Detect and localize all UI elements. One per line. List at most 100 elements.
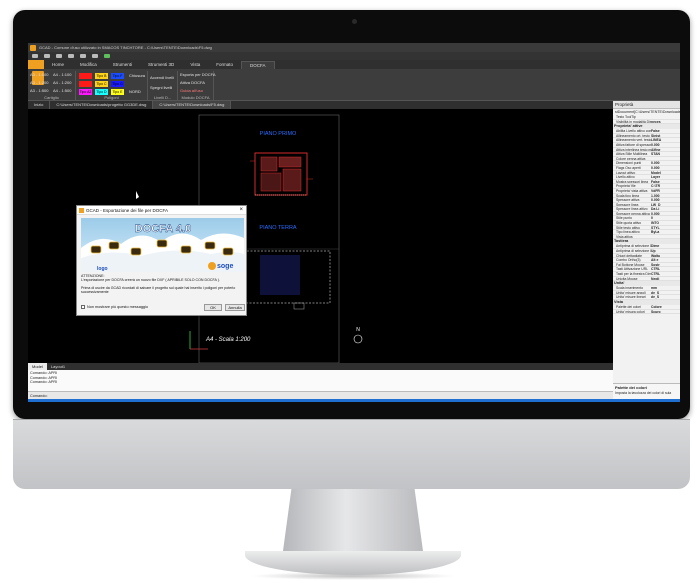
property-value[interactable]: 0.000 <box>651 198 680 202</box>
property-value[interactable]: de_S <box>651 295 680 299</box>
property-value[interactable]: C:\TR <box>651 184 680 188</box>
polygon-swatch[interactable]: Tipo C <box>95 81 108 87</box>
property-value[interactable]: False <box>651 129 680 133</box>
checkbox-box[interactable] <box>81 305 85 309</box>
property-value[interactable]: CTRL <box>651 272 680 276</box>
property-value[interactable]: Up <box>651 249 680 253</box>
ribbon-tabs: Home Modifica Strumenti Strumenti 3D Vis… <box>28 60 680 69</box>
property-value[interactable]: Alt e <box>651 258 680 262</box>
layer-icon[interactable] <box>104 54 110 58</box>
tab-formato[interactable]: Formato <box>208 61 241 69</box>
tab-strumenti[interactable]: Strumenti <box>105 61 140 69</box>
polygon-swatch[interactable]: Tipo F <box>111 73 124 79</box>
cartiglio-a4-500[interactable]: A4 - 1:500 <box>53 88 71 93</box>
tab-file[interactable] <box>28 60 44 69</box>
property-value[interactable]: 0.000 <box>651 143 680 147</box>
property-key: Spessore linea attivo <box>616 207 648 211</box>
property-value[interactable]: Model <box>651 171 680 175</box>
command-history: Comando: APRI Comando: APRI Comando: APR… <box>28 370 613 391</box>
property-value[interactable]: False <box>651 180 680 184</box>
property-key: Unita' misure lineari <box>616 295 646 299</box>
tab-docfa[interactable]: DOCFA <box>241 61 275 69</box>
property-value[interactable]: LW_D <box>651 203 680 207</box>
property-value[interactable]: 0.000 <box>651 161 680 165</box>
property-value[interactable]: Dime <box>651 244 680 248</box>
cartiglio-a3-500[interactable]: A3 - 1:500 <box>30 88 48 93</box>
property-value[interactable]: INTO <box>651 221 680 225</box>
cartiglio-a4-100[interactable]: A4 - 1:100 <box>53 72 71 77</box>
new-file-icon[interactable] <box>32 54 38 58</box>
property-value[interactable]: VdFR <box>651 189 680 193</box>
tab-strumenti-3d[interactable]: Strumenti 3D <box>140 61 182 69</box>
property-value[interactable]: mm <box>651 286 680 290</box>
property-key: Combo Ortho(3) <box>616 258 641 262</box>
ok-button[interactable]: OK <box>204 304 222 311</box>
command-input[interactable]: Comando: <box>28 391 613 399</box>
close-icon[interactable]: × <box>239 206 243 215</box>
tab-modifica[interactable]: Modifica <box>72 61 105 69</box>
property-key: Allineamento ort. testo <box>616 133 650 138</box>
tab-vista[interactable]: Vista <box>182 61 208 69</box>
property-value[interactable]: Sinist <box>651 134 680 138</box>
property-value[interactable]: ByLa <box>651 230 680 234</box>
polygon-swatch[interactable]: Tipo B <box>95 73 108 79</box>
property-value[interactable]: Colore <box>651 305 680 309</box>
chiusura-button[interactable]: Chiusura <box>129 73 145 78</box>
property-value[interactable]: STAN <box>651 152 680 156</box>
attiva-docfa-button[interactable]: Attiva DOCFA <box>180 80 205 85</box>
open-file-icon[interactable] <box>44 54 50 58</box>
description-text: Imposta la tavolozza dei colori di sula <box>615 391 672 395</box>
cartiglio-a4-200[interactable]: A4 - 1:200 <box>53 80 71 85</box>
guida-uso-button[interactable]: Guida all'uso <box>180 88 203 93</box>
doc-tab-f5[interactable]: C:\Users\TENTE\Downloads\F5.dwg <box>153 101 232 109</box>
polygon-swatch[interactable] <box>79 73 92 79</box>
polygon-swatch[interactable]: Tipo G <box>111 81 124 87</box>
property-value[interactable]: 0.000 <box>651 212 680 216</box>
group-livelli: Accendi livelli Spegni livelli Livelli D… <box>148 71 178 100</box>
property-value[interactable]: neces <box>651 120 680 124</box>
cartiglio-a3-200[interactable]: A3 - 1:200 <box>30 80 48 85</box>
property-value[interactable]: CTRL <box>651 267 680 271</box>
banner-logo-left: logo <box>97 266 108 272</box>
property-value[interactable] <box>651 115 680 119</box>
tab-model[interactable]: Model <box>28 363 47 370</box>
tab-layout1[interactable]: Layout1 <box>47 363 69 370</box>
property-value[interactable]: 0 <box>651 216 680 220</box>
property-value[interactable]: 1.000 <box>651 194 680 198</box>
property-key: Flags Osc aperti <box>616 165 641 170</box>
esporta-docfa-button[interactable]: Esporta per DOCFA <box>180 72 216 77</box>
dialog-title: GCAD - Esportazione dei file per DOCFA <box>86 208 169 213</box>
cancel-button[interactable]: Annulla <box>225 304 245 311</box>
property-key: Tasti per la finestra Dime <box>616 272 651 276</box>
message-line2: Prima di uscire da GCAD ricordati di sal… <box>81 285 236 295</box>
dialog-app-icon <box>79 208 84 213</box>
property-key: Antiprima di selezione Dim <box>616 244 651 249</box>
property-value[interactable]: 0.000 <box>651 166 680 170</box>
doc-tab-inizio[interactable]: Inizio <box>28 101 51 109</box>
polygon-swatch[interactable] <box>79 81 92 87</box>
property-value[interactable]: Scuro <box>651 310 680 314</box>
property-value[interactable]: Da Li <box>651 207 680 211</box>
property-value[interactable]: Waltu <box>651 254 680 258</box>
redo-icon[interactable] <box>92 54 98 58</box>
dont-show-checkbox[interactable]: Non mostrare più questo messaggio <box>81 305 148 309</box>
property-value[interactable]: STYL <box>651 226 680 230</box>
nord-button[interactable]: NORD <box>129 89 141 94</box>
spegni-livelli-button[interactable]: Spegni livelli <box>150 85 172 90</box>
undo-icon[interactable] <box>80 54 86 58</box>
property-value[interactable]: Negli <box>651 277 680 281</box>
property-value[interactable] <box>651 157 680 161</box>
save-icon[interactable] <box>56 54 62 58</box>
property-value[interactable]: Sostr <box>651 263 680 267</box>
cartiglio-a3-100[interactable]: A3 - 1:100 <box>30 72 48 77</box>
property-value[interactable]: LINEA <box>651 138 680 142</box>
property-value[interactable]: Alfine <box>651 148 680 152</box>
print-icon[interactable] <box>68 54 74 58</box>
property-value[interactable] <box>651 235 680 239</box>
property-value[interactable]: Layer <box>651 175 680 179</box>
property-row[interactable]: Unita' misura colori Scuro <box>613 310 680 315</box>
tab-home[interactable]: Home <box>44 61 72 69</box>
property-value[interactable]: de_S <box>651 291 680 295</box>
accendi-livelli-button[interactable]: Accendi livelli <box>150 75 174 80</box>
doc-tab-progetto[interactable]: C:\Users\TENTE\Downloads\progetto GG3DE.… <box>50 101 154 109</box>
